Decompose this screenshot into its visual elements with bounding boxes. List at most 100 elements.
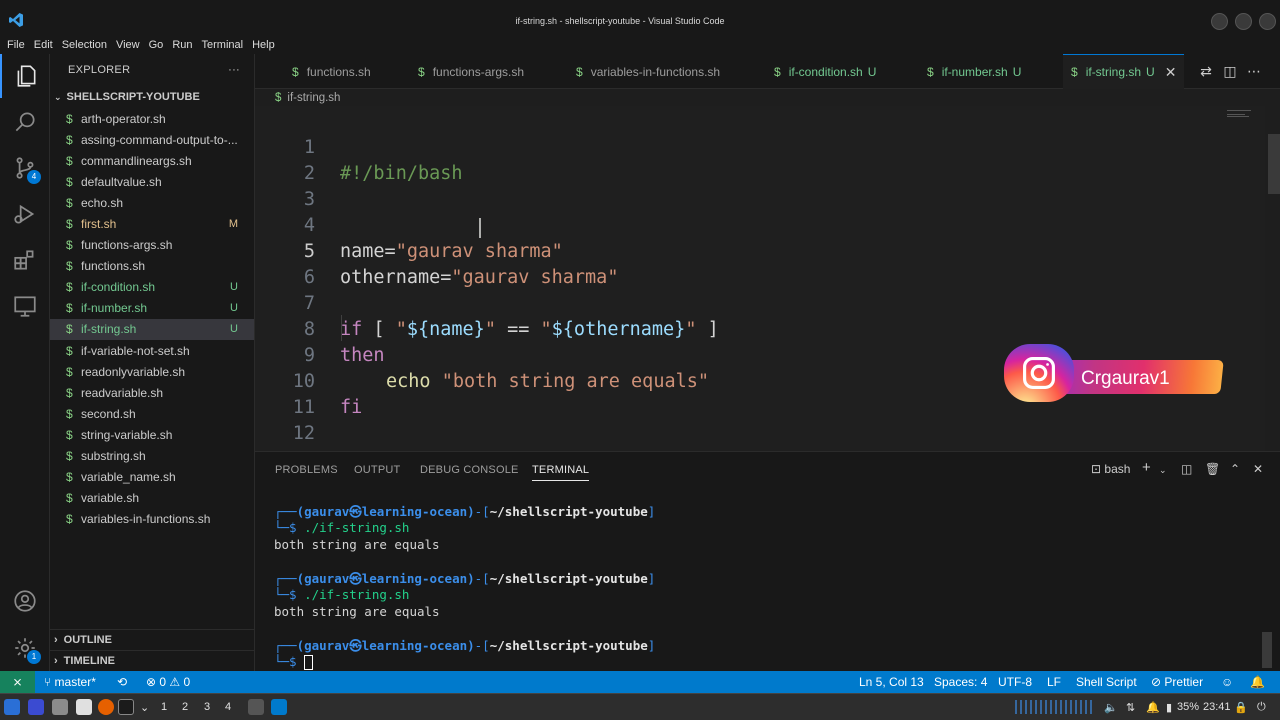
open-changes-icon[interactable]: ⇄ <box>1198 63 1214 79</box>
tab-if-string[interactable]: $ if-string.sh U ✕ <box>1063 54 1185 89</box>
close-panel-icon[interactable]: ✕ <box>1253 462 1263 476</box>
tab-output[interactable]: OUTPUT <box>354 464 400 476</box>
file-item[interactable]: $ variable.sh <box>50 488 254 509</box>
maximize-panel-icon[interactable]: ⌃ <box>1230 462 1240 476</box>
trash-icon[interactable]: 🗑 <box>1205 462 1220 476</box>
firefox-icon[interactable] <box>98 699 114 715</box>
encoding[interactable]: UTF-8 <box>998 675 1032 689</box>
menu-help[interactable]: Help <box>252 39 275 51</box>
file-item[interactable]: $ string-variable.sh <box>50 424 254 445</box>
close-tab-icon[interactable]: ✕ <box>1165 64 1177 81</box>
cursor-position[interactable]: Ln 5, Col 13 <box>859 675 924 689</box>
notification-icon[interactable]: 🔔 <box>1146 701 1160 714</box>
terminal-scrollbar[interactable] <box>1262 632 1272 668</box>
clock[interactable]: 23:41 <box>1203 701 1231 713</box>
terminal-shell-selector[interactable]: ⊡ bash <box>1091 462 1130 476</box>
file-item[interactable]: $ readonlyvariable.sh <box>50 361 254 382</box>
split-editor-icon[interactable]: ◫ <box>1222 63 1238 79</box>
explorer-more-actions-button[interactable]: ··· <box>228 64 240 76</box>
lock-icon[interactable]: 🔒 <box>1234 701 1248 714</box>
workspace-3[interactable]: 3 <box>204 701 210 713</box>
search-icon[interactable] <box>0 100 50 144</box>
menu-selection[interactable]: Selection <box>62 39 107 51</box>
settings-gear-icon[interactable]: 1 <box>0 626 50 670</box>
timeline-section[interactable]: › TIMELINE <box>50 650 254 671</box>
source-control-icon[interactable]: 4 <box>0 146 50 190</box>
workspace-2[interactable]: 2 <box>182 701 188 713</box>
breadcrumb[interactable]: $ if-string.sh <box>275 90 340 106</box>
notifications-bell-icon[interactable]: 🔔 <box>1250 675 1265 689</box>
file-item[interactable]: $ first.sh M <box>50 213 254 234</box>
workspace-folder[interactable]: ⌄ SHELLSCRIPT-YOUTUBE <box>50 86 254 108</box>
indentation[interactable]: Spaces: 4 <box>934 675 987 689</box>
workspace-4[interactable]: 4 <box>225 701 231 713</box>
file-item[interactable]: $ assing-command-output-to-... <box>50 129 254 150</box>
tab-terminal[interactable]: TERMINAL <box>532 464 590 481</box>
maximize-button[interactable] <box>1235 13 1252 30</box>
vscode-taskbar-icon[interactable] <box>271 699 287 715</box>
split-terminal-icon[interactable]: ◫ <box>1181 462 1192 476</box>
remote-indicator-icon[interactable]: ⨯ <box>0 671 35 693</box>
menu-go[interactable]: Go <box>149 39 164 51</box>
tab-debug-console[interactable]: DEBUG CONSOLE <box>420 464 519 476</box>
tab-variables-in-functions[interactable]: $ variables-in-functions.sh <box>576 54 720 89</box>
workspace-1[interactable]: 1 <box>161 701 167 713</box>
file-item[interactable]: $ if-number.sh U <box>50 298 254 319</box>
end-of-line[interactable]: LF <box>1047 675 1061 689</box>
outline-section[interactable]: › OUTLINE <box>50 629 254 650</box>
chevron-down-icon[interactable]: ⌄ <box>1159 465 1167 476</box>
language-mode[interactable]: Shell Script <box>1076 675 1137 689</box>
power-icon[interactable]: ⏻ <box>1257 701 1266 714</box>
file-item[interactable]: $ if-string.sh U <box>50 318 254 341</box>
file-manager-icon[interactable] <box>52 699 68 715</box>
more-actions-icon[interactable]: ⋯ <box>1246 63 1262 79</box>
menu-file[interactable]: File <box>7 39 25 51</box>
new-terminal-icon[interactable]: + <box>1142 459 1151 476</box>
file-item[interactable]: $ echo.sh <box>50 192 254 213</box>
terminal-input-line[interactable]: └─$ <box>274 653 314 670</box>
file-item[interactable]: $ readvariable.sh <box>50 382 254 403</box>
network-icon[interactable]: ⇅ <box>1126 701 1135 714</box>
close-window-button[interactable] <box>1259 13 1276 30</box>
app-menu-icon[interactable] <box>4 699 20 715</box>
git-branch[interactable]: ⑂ master* <box>44 675 96 689</box>
sync-icon[interactable]: ⟲ <box>117 675 127 689</box>
file-item[interactable]: $ variables-in-functions.sh <box>50 509 254 530</box>
extensions-icon[interactable] <box>0 238 50 282</box>
chevron-down-icon[interactable]: ⌄ <box>140 701 149 714</box>
accounts-icon[interactable] <box>0 579 50 623</box>
file-item[interactable]: $ defaultvalue.sh <box>50 171 254 192</box>
file-item[interactable]: $ variable_name.sh <box>50 467 254 488</box>
file-item[interactable]: $ arth-operator.sh <box>50 108 254 129</box>
file-item[interactable]: $ substring.sh <box>50 446 254 467</box>
menu-terminal[interactable]: Terminal <box>202 39 244 51</box>
menu-view[interactable]: View <box>116 39 140 51</box>
tab-problems[interactable]: PROBLEMS <box>275 464 338 476</box>
run-debug-icon[interactable] <box>0 192 50 236</box>
problems-indicator[interactable]: ⊗ 0 ⚠ 0 <box>146 675 190 689</box>
file-item[interactable]: $ functions-args.sh <box>50 235 254 256</box>
file-item[interactable]: $ commandlineargs.sh <box>50 150 254 171</box>
tab-if-condition[interactable]: $ if-condition.sh U <box>774 54 876 89</box>
tab-functions-args[interactable]: $ functions-args.sh <box>418 54 524 89</box>
editor-scrollbar[interactable] <box>1268 134 1280 194</box>
file-item[interactable]: $ functions.sh <box>50 256 254 277</box>
menu-edit[interactable]: Edit <box>34 39 53 51</box>
speaker-icon[interactable]: 🔈 <box>1104 701 1118 714</box>
menu-run[interactable]: Run <box>172 39 192 51</box>
remote-explorer-icon[interactable] <box>0 284 50 328</box>
tab-if-number[interactable]: $ if-number.sh U <box>927 54 1021 89</box>
prettier-status[interactable]: ⊘ Prettier <box>1151 675 1203 689</box>
show-desktop-icon[interactable] <box>28 699 44 715</box>
window-switch-icon[interactable] <box>248 699 264 715</box>
tab-functions[interactable]: $ functions.sh <box>292 54 371 89</box>
file-item[interactable]: $ if-condition.sh U <box>50 277 254 298</box>
explorer-icon[interactable] <box>0 54 50 98</box>
file-item[interactable]: $ second.sh <box>50 403 254 424</box>
terminal-app-icon[interactable] <box>118 699 134 715</box>
feedback-icon[interactable]: ☺ <box>1221 675 1233 689</box>
text-editor-icon[interactable] <box>76 699 92 715</box>
instagram-watermark: Crgaurav1 <box>1004 340 1224 410</box>
file-item[interactable]: $ if-variable-not-set.sh <box>50 340 254 361</box>
minimize-button[interactable] <box>1211 13 1228 30</box>
